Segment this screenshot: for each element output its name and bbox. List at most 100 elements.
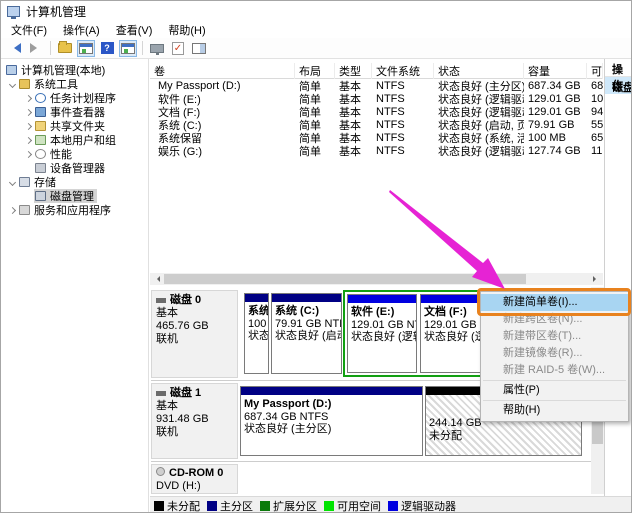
disk1-info[interactable]: 磁盘 1 基本 931.48 GB 联机	[151, 383, 238, 459]
chevron-right-icon[interactable]	[24, 136, 31, 143]
tree-item-task-scheduler[interactable]: 任务计划程序	[1, 91, 148, 105]
chevron-right-icon[interactable]	[24, 122, 31, 129]
chevron-down-icon[interactable]	[8, 178, 15, 185]
chevron-right-icon[interactable]	[24, 150, 31, 157]
computer-icon	[6, 65, 17, 75]
logical-drive-bar	[348, 295, 416, 303]
chevron-down-icon[interactable]	[8, 80, 15, 87]
performance-icon	[35, 149, 46, 159]
actions-pane: 操作 磁盘管理	[604, 59, 631, 496]
tools-icon	[19, 79, 30, 89]
partition-c[interactable]: 系统 (C:)79.91 GB NTF状态良好 (启动	[271, 293, 342, 374]
popup-window-icon[interactable]	[148, 40, 166, 57]
divider	[151, 461, 603, 462]
disk-icon	[35, 191, 46, 201]
menu-file[interactable]: 文件(F)	[3, 21, 55, 39]
legend-swatch	[207, 501, 217, 511]
tree-item-event-viewer[interactable]: 事件查看器	[1, 105, 148, 119]
menu-action[interactable]: 操作(A)	[55, 21, 108, 39]
legend-swatch	[154, 501, 164, 511]
forward-icon[interactable]	[27, 40, 45, 57]
cdrom-info[interactable]: CD-ROM 0 DVD (H:)	[151, 464, 238, 494]
col-type[interactable]: 类型	[335, 63, 372, 79]
menu-separator	[483, 400, 626, 401]
partition-system-reserved[interactable]: 系统100状态	[244, 293, 269, 374]
col-layout[interactable]: 布局	[295, 63, 335, 79]
tree-item-computer-management[interactable]: 计算机管理(本地)	[1, 63, 148, 77]
tree-item-services-applications[interactable]: 服务和应用程序	[1, 203, 148, 217]
services-icon	[19, 205, 30, 215]
disk-icon	[156, 391, 166, 396]
toolbar-separator	[50, 41, 51, 55]
volume-list-header: 卷 布局 类型 文件系统 状态 容量 可	[150, 63, 603, 79]
annotation-highlight-box	[477, 288, 631, 316]
tree-item-performance[interactable]: 性能	[1, 147, 148, 161]
legend-free-space: 可用空间	[324, 498, 381, 513]
console-window-icon-2[interactable]	[119, 40, 137, 57]
users-icon	[35, 135, 46, 145]
tree-item-shared-folders[interactable]: 共享文件夹	[1, 119, 148, 133]
tree-item-system-tools[interactable]: 系统工具	[1, 77, 148, 91]
legend-bar: 未分配 主分区 扩展分区 可用空间 逻辑驱动器	[150, 496, 631, 513]
scroll-left-icon[interactable]	[154, 276, 160, 282]
scroll-right-icon[interactable]	[593, 276, 599, 282]
tree-item-device-manager[interactable]: 设备管理器	[1, 161, 148, 175]
back-icon[interactable]	[6, 40, 24, 57]
tree-item-local-users-groups[interactable]: 本地用户和组	[1, 133, 148, 147]
col-status[interactable]: 状态	[434, 63, 524, 79]
properties-panel-icon[interactable]	[190, 40, 208, 57]
menu-item-new-striped-volume: 新建带区卷(T)...	[481, 328, 628, 345]
chevron-right-icon[interactable]	[24, 94, 31, 101]
scrollbar-thumb[interactable]	[592, 421, 603, 444]
disk-icon	[156, 298, 166, 303]
menu-item-properties[interactable]: 属性(P)	[481, 382, 628, 399]
computer-management-window: 计算机管理 文件(F) 操作(A) 查看(V) 帮助(H) ? ✓ 计算机管理(…	[0, 0, 632, 513]
legend-primary: 主分区	[207, 498, 253, 513]
legend-swatch	[260, 501, 270, 511]
menu-separator	[483, 380, 626, 381]
event-viewer-icon	[35, 107, 46, 117]
volume-row[interactable]: 娱乐 (G:) 简单 基本 NTFS 状态良好 (逻辑驱动器) 127.74 G…	[150, 144, 603, 157]
disk0-info[interactable]: 磁盘 0 基本 465.76 GB 联机	[151, 290, 238, 378]
actions-disk-management[interactable]: 磁盘管理	[605, 77, 631, 94]
actions-title: 操作	[605, 59, 631, 77]
console-window-icon[interactable]	[77, 40, 95, 57]
col-volume[interactable]: 卷	[150, 63, 295, 79]
legend-swatch	[388, 501, 398, 511]
clock-icon	[35, 93, 46, 103]
tree-item-disk-management[interactable]: 磁盘管理	[1, 189, 148, 203]
menu-view[interactable]: 查看(V)	[108, 21, 161, 39]
partition-f[interactable]: 文档 (F:)129.01 GB状态良好 (逻	[420, 294, 484, 373]
checklist-icon[interactable]: ✓	[169, 40, 187, 57]
storage-icon	[19, 177, 30, 187]
scrollbar-thumb[interactable]	[164, 274, 526, 284]
partition-e[interactable]: 软件 (E:)129.01 GB NT状态良好 (逻辑	[347, 294, 417, 373]
tree-item-storage[interactable]: 存储	[1, 175, 148, 189]
toolbar: ? ✓	[1, 38, 631, 59]
help-icon[interactable]: ?	[98, 40, 116, 57]
chevron-right-icon[interactable]	[24, 108, 31, 115]
col-free[interactable]: 可	[587, 63, 603, 79]
toolbar-separator	[142, 41, 143, 55]
col-capacity[interactable]: 容量	[524, 63, 587, 79]
legend-unallocated: 未分配	[154, 498, 200, 513]
col-filesystem[interactable]: 文件系统	[372, 63, 434, 79]
horizontal-scrollbar[interactable]	[150, 273, 603, 285]
chevron-right-icon[interactable]	[8, 206, 15, 213]
menu-item-new-mirrored-volume: 新建镜像卷(R)...	[481, 345, 628, 362]
logical-drive-bar	[421, 295, 483, 303]
app-icon	[7, 6, 20, 17]
shared-folder-icon	[35, 121, 46, 131]
primary-partition-bar	[272, 294, 341, 302]
cd-icon	[156, 467, 165, 476]
menu-item-new-raid5-volume: 新建 RAID-5 卷(W)...	[481, 362, 628, 379]
volume-list: 卷 布局 类型 文件系统 状态 容量 可 My Passport (D:) 简单…	[150, 63, 603, 273]
title-bar: 计算机管理	[1, 1, 631, 21]
partition-d[interactable]: My Passport (D:)687.34 GB NTFS状态良好 (主分区)	[240, 386, 423, 456]
console-tree: 计算机管理(本地) 系统工具 任务计划程序 事件查看器 共享文件夹 本地用户和组	[1, 59, 149, 512]
export-folder-icon[interactable]	[56, 40, 74, 57]
device-manager-icon	[35, 163, 46, 173]
menu-help[interactable]: 帮助(H)	[160, 21, 213, 39]
primary-partition-bar	[245, 294, 268, 302]
menu-item-help[interactable]: 帮助(H)	[481, 402, 628, 419]
